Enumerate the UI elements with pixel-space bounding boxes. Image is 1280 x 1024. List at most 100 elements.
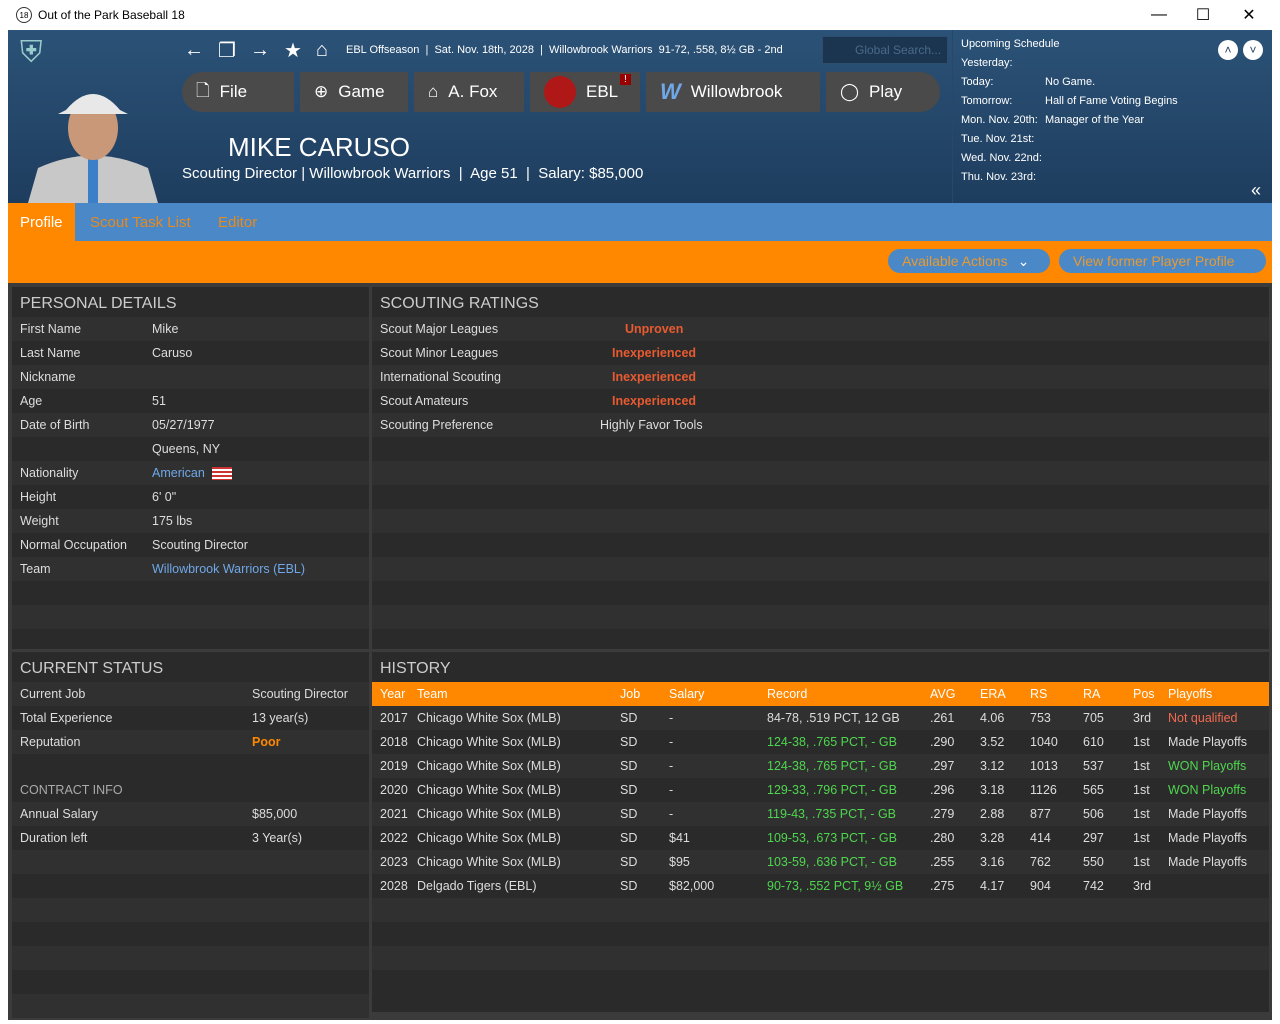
column-header[interactable]: RA: [1083, 687, 1100, 701]
history-cell-rs: 414: [1030, 831, 1051, 845]
menu-label: A. Fox: [448, 82, 498, 101]
contract-info-title: CONTRACT INFO: [20, 783, 123, 797]
column-header[interactable]: AVG: [930, 687, 955, 701]
history-cell-pos: 1st: [1133, 831, 1150, 845]
available-actions-dropdown[interactable]: Available Actions ⌄: [888, 249, 1050, 273]
detail-value[interactable]: American: [152, 466, 205, 480]
history-cell-record: 119-43, .735 PCT, - GB: [767, 807, 896, 821]
menu-play[interactable]: ◯ Play: [826, 72, 940, 112]
detail-label: Reputation: [20, 735, 81, 749]
column-header[interactable]: Job: [620, 687, 640, 701]
column-header[interactable]: Year: [380, 687, 405, 701]
empty-row: [12, 994, 369, 1018]
schedule-day: Thu. Nov. 23rd:: [961, 171, 1036, 183]
history-cell-job: SD: [620, 807, 638, 821]
menu-team[interactable]: W Willowbrook: [646, 72, 820, 112]
title-bar: 18 Out of the Park Baseball 18 — ☐ ✕: [0, 0, 1280, 30]
maximize-button[interactable]: ☐: [1180, 0, 1226, 30]
tab-editor[interactable]: Editor: [206, 203, 269, 241]
baseball-icon: ◯: [840, 82, 860, 101]
history-cell-team: Chicago White Sox (MLB): [417, 735, 561, 749]
empty-row: [372, 437, 1269, 461]
tab-profile[interactable]: Profile: [8, 203, 75, 241]
column-header[interactable]: Record: [767, 687, 807, 701]
history-cell-job: SD: [620, 735, 638, 749]
history-cell-team: Chicago White Sox (MLB): [417, 783, 561, 797]
history-row: 2017 Chicago White Sox (MLB) SD - 84-78, .51…: [372, 706, 1269, 730]
column-header[interactable]: Playoffs: [1168, 687, 1212, 701]
global-search-input[interactable]: Global Search...: [822, 36, 948, 64]
history-panel: HISTORY Year Team Job Salary Record AVG ERA RS R…: [372, 652, 1269, 1012]
history-cell-era: 3.28: [980, 831, 1005, 845]
menu-league[interactable]: EBL!: [530, 72, 640, 112]
column-header[interactable]: Team: [417, 687, 448, 701]
history-cell-era: 4.17: [980, 879, 1005, 893]
schedule-day: Tue. Nov. 21st:: [961, 133, 1035, 145]
menu-manager[interactable]: ⌂ A. Fox: [414, 72, 524, 112]
history-cell-pos: 1st: [1133, 807, 1150, 821]
tab-scout-task-list[interactable]: Scout Task List: [78, 203, 203, 241]
column-header[interactable]: Salary: [669, 687, 704, 701]
scroll-down-button[interactable]: ˅: [1243, 40, 1263, 60]
minimize-button[interactable]: —: [1136, 0, 1182, 30]
panel-title: HISTORY: [380, 660, 451, 677]
menu-game[interactable]: ⊕ Game: [300, 72, 408, 112]
history-cell-rs: 904: [1030, 879, 1051, 893]
column-header[interactable]: Pos: [1133, 687, 1155, 701]
history-cell-era: 3.16: [980, 855, 1005, 869]
schedule-item: Mon. Nov. 20th: Manager of the Year: [961, 114, 1211, 133]
history-row: 2023 Chicago White Sox (MLB) SD $95 103-59, …: [372, 850, 1269, 874]
detail-row: Scouting Preference Highly Favor Tools: [372, 413, 1269, 437]
detail-value: Inexperienced: [612, 346, 697, 360]
copy-icon[interactable]: ❐: [218, 38, 236, 63]
forward-icon[interactable]: →: [250, 39, 270, 62]
close-button[interactable]: ✕: [1226, 0, 1272, 30]
home-icon[interactable]: ⌂: [316, 39, 328, 62]
back-icon[interactable]: ←: [184, 39, 204, 62]
action-bar: Available Actions ⌄ View former Player Pr…: [8, 241, 1272, 283]
detail-value: 175 lbs: [152, 514, 193, 528]
detail-value[interactable]: Willowbrook Warriors (EBL): [152, 562, 305, 576]
history-cell-rs: 1040: [1030, 735, 1058, 749]
detail-row: Annual Salary $85,000: [12, 802, 369, 826]
history-cell-record: 124-38, .765 PCT, - GB: [767, 735, 897, 749]
history-row: 2028 Delgado Tigers (EBL) SD $82,000 90-73, …: [372, 874, 1269, 898]
panel-title: SCOUTING RATINGS: [380, 295, 539, 312]
history-header: Year Team Job Salary Record AVG ERA RS RA Pos Play…: [372, 682, 1269, 706]
history-cell-year: 2017: [380, 711, 408, 725]
detail-row: Last Name Caruso: [12, 341, 369, 365]
detail-row: Scout Minor Leagues Inexperienced: [372, 341, 1269, 365]
history-cell-playoffs: WON Playoffs: [1168, 783, 1247, 797]
history-cell-salary: $82,000: [669, 879, 715, 893]
history-cell-job: SD: [620, 759, 638, 773]
view-former-player-profile-button[interactable]: View former Player Profile: [1059, 249, 1266, 273]
history-cell-era: 3.18: [980, 783, 1005, 797]
empty-row: [372, 533, 1269, 557]
upcoming-schedule: Upcoming Schedule Yesterday: Today: No Gam…: [952, 30, 1272, 203]
detail-row: Total Experience 13 year(s): [12, 706, 369, 730]
history-cell-team: Chicago White Sox (MLB): [417, 711, 561, 725]
history-cell-ra: 565: [1083, 783, 1104, 797]
empty-row: [372, 509, 1269, 533]
history-row: 2019 Chicago White Sox (MLB) SD - 124-38, .7…: [372, 754, 1269, 778]
detail-row: Reputation Poor: [12, 730, 369, 754]
empty-row: [372, 898, 1269, 922]
history-cell-salary: $41: [669, 831, 690, 845]
header: ⛨ ← ❐ → ★ ⌂ EBL Offseason | Sat. Nov. 18…: [8, 30, 1272, 203]
panel-title: PERSONAL DETAILS: [20, 295, 177, 312]
collapse-icon[interactable]: «: [1251, 180, 1261, 201]
detail-value: Scouting Director: [252, 687, 348, 701]
schedule-item: Today: No Game.: [961, 76, 1211, 95]
menu-file[interactable]: 🗋 File: [182, 72, 294, 112]
column-header[interactable]: RS: [1030, 687, 1047, 701]
history-cell-team: Chicago White Sox (MLB): [417, 807, 561, 821]
scroll-up-button[interactable]: ˄: [1218, 40, 1238, 60]
history-cell-ra: 610: [1083, 735, 1104, 749]
history-cell-avg: .255: [930, 855, 955, 869]
history-cell-job: SD: [620, 831, 638, 845]
history-cell-job: SD: [620, 879, 638, 893]
column-header[interactable]: ERA: [980, 687, 1006, 701]
detail-label: Scout Major Leagues: [380, 322, 499, 336]
star-icon[interactable]: ★: [284, 38, 302, 63]
history-cell-team: Chicago White Sox (MLB): [417, 759, 561, 773]
